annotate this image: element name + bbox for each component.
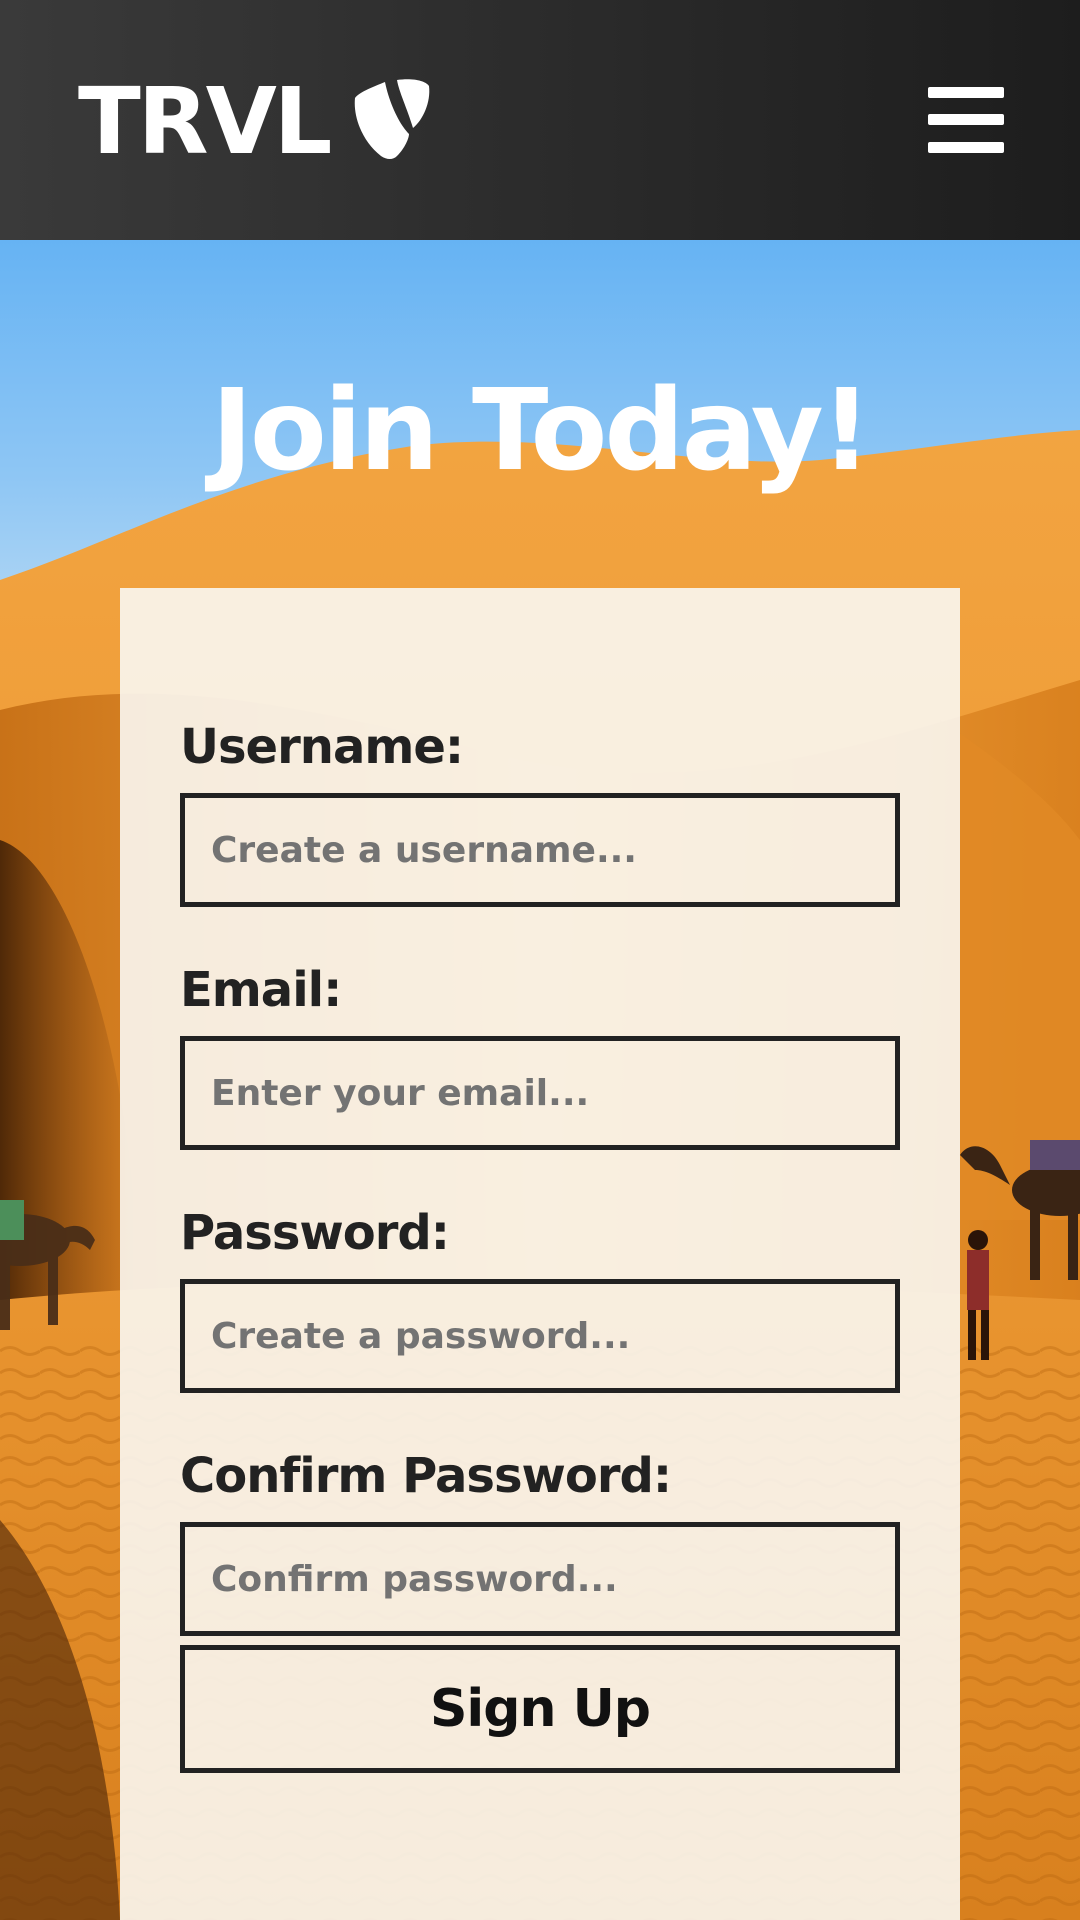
signup-form: Username: Email: Password: Confirm Passw… [120, 588, 960, 1920]
username-field-group: Username: [180, 723, 900, 907]
username-input[interactable] [180, 793, 900, 907]
password-input[interactable] [180, 1279, 900, 1393]
password-field-group: Password: [180, 1209, 900, 1393]
confirm-password-input[interactable] [180, 1522, 900, 1636]
signup-page: TRVL Join Today! Username: Create a user… [0, 0, 1080, 1920]
menu-bar [928, 114, 1004, 125]
page-title: Join Today! [211, 366, 872, 496]
site-header: TRVL [0, 0, 1080, 240]
typo3-logo-icon [355, 79, 430, 159]
sign-up-button[interactable]: Sign Up [180, 1645, 900, 1773]
password-label: Password: [180, 1205, 450, 1261]
confirm-password-field-group: Confirm Password: [180, 1452, 900, 1636]
hamburger-menu-icon[interactable] [922, 82, 1006, 158]
hero-section: Join Today! Username: Email: Password: C… [0, 240, 1080, 1920]
email-input[interactable] [180, 1036, 900, 1150]
brand-logo-link[interactable]: TRVL [78, 72, 431, 172]
menu-bar [928, 142, 1004, 153]
menu-bar [928, 87, 1004, 98]
username-label: Username: [180, 719, 464, 775]
brand-name: TRVL [78, 68, 332, 175]
confirm-password-label: Confirm Password: [180, 1448, 672, 1504]
email-field-group: Email: [180, 966, 900, 1150]
email-label: Email: [180, 962, 342, 1018]
